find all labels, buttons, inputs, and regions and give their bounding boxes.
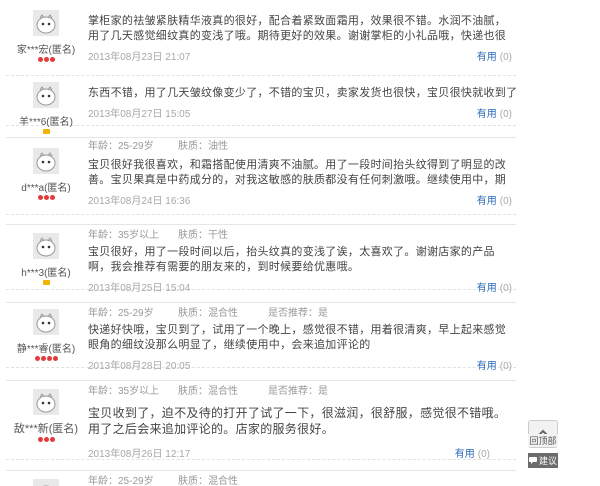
reviewer: d***a(匿名) — [6, 148, 86, 200]
review-date: 2013年08月28日 20:05 — [88, 361, 191, 372]
avatar-icon — [33, 148, 59, 174]
review-date: 2013年08月27日 15:05 — [88, 109, 191, 120]
review-item: 羊***6(匿名) 东西不错，用了几天皱纹像变少了，不错的宝贝，卖家发货也很快，… — [6, 80, 516, 134]
useful-count: (0) — [499, 283, 512, 294]
skin-attr: 肤质：混合性 — [178, 308, 238, 319]
level-badge — [6, 437, 86, 442]
avatar-icon — [33, 10, 59, 36]
review-attributes: 年龄：35岁以上 肤质：干性 — [88, 229, 516, 243]
recommend-attr: 是否推荐：是 — [268, 386, 328, 397]
reviewer-name: d***a(匿名) — [21, 183, 71, 194]
review-item: 家***宏(匿名) 掌柜家的祛皱紧肤精华液真的很好，配合着紧致面霜用，效果很不错… — [6, 4, 516, 76]
recommend-attr: 是否推荐：是 — [268, 308, 328, 319]
reviewer: 羊***6(匿名) — [6, 82, 86, 134]
reviewer: h***3(匿名) — [6, 233, 86, 285]
age-attr: 年龄：35岁以上 — [88, 386, 160, 397]
review-content: 东西不错，用了几天皱纹像变少了，不错的宝贝，卖家发货也很快，宝贝很快就收到了，不… — [88, 86, 516, 120]
avatar-icon — [33, 389, 59, 415]
review-text: 宝贝很好，用了一段时间以后，抬头纹真的变浅了诶，太喜欢了。谢谢店家的产品啊，我会… — [88, 246, 495, 273]
reviewer-name: 敌***新(匿名) — [13, 423, 79, 435]
review-date: 2013年08月25日 15:04 — [88, 283, 191, 294]
review-meta: 2013年08月24日 16:36 有用 (0) — [88, 192, 516, 207]
skin-attr: 肤质：混合性 — [178, 386, 238, 397]
reviewer-name: 静***睿(匿名) — [16, 344, 76, 355]
useful-link[interactable]: 有用 (0) — [477, 105, 512, 120]
useful-count: (0) — [499, 109, 512, 120]
level-badge — [6, 129, 86, 134]
review-content: 年龄：25-29岁 肤质：混合性 是否推荐：是 快递好快哦，宝贝到了，试用了一个… — [88, 307, 516, 372]
review-text: 东西不错，用了几天皱纹像变少了，不错的宝贝，卖家发货也很快，宝贝很快就收到了，不… — [88, 87, 516, 99]
review-date: 2013年08月26日 12:17 — [88, 449, 191, 460]
review-content: 年龄：35岁以上 肤质：混合性 是否推荐：是 宝贝收到了，迫不及待的打开了试了一… — [88, 385, 516, 460]
age-attr: 年龄：25-29岁 — [88, 141, 154, 152]
useful-link[interactable]: 有用 (0) — [477, 357, 512, 372]
review-meta: 2013年08月27日 15:05 有用 (0) — [88, 105, 516, 120]
reviewer: 敌***新(匿名) — [6, 389, 86, 442]
review-date: 2013年08月23日 21:07 — [88, 52, 191, 63]
avatar-icon — [33, 233, 59, 259]
skin-attr: 肤质：油性 — [178, 141, 228, 152]
skin-attr: 肤质：混合性 — [178, 476, 238, 486]
level-badge — [6, 195, 86, 200]
review-meta: 2013年08月25日 15:04 有用 (0) — [88, 279, 516, 294]
avatar-icon — [33, 309, 59, 335]
review-attributes: 年龄：25-29岁 肤质：混合性 — [88, 475, 516, 486]
review-attributes: 年龄：35岁以上 肤质：混合性 是否推荐：是 — [88, 385, 516, 399]
review-attributes: 年龄：25-29岁 肤质：油性 — [88, 140, 516, 154]
useful-link[interactable]: 有用 (0) — [455, 445, 490, 460]
review-attributes: 年龄：25-29岁 肤质：混合性 是否推荐：是 — [88, 307, 516, 321]
review-item: h***3(匿名) 年龄：35岁以上 肤质：干性 宝贝很好，用了一段时间以后，抬… — [6, 224, 516, 294]
useful-count: (0) — [499, 52, 512, 63]
useful-count: (0) — [499, 361, 512, 372]
review-text: 宝贝收到了，迫不及待的打开了试了一下，很滋润，很舒服，感觉很不错哦。用了之后会来… — [88, 406, 507, 436]
useful-link[interactable]: 有用 (0) — [477, 48, 512, 63]
level-badge — [6, 57, 86, 62]
review-item: d***a(匿名) 年龄：25-29岁 肤质：油性 宝贝很好我很喜欢，和霜搭配使… — [6, 137, 516, 215]
review-content: 年龄：35岁以上 肤质：干性 宝贝很好，用了一段时间以后，抬头纹真的变浅了诶，太… — [88, 229, 516, 294]
chat-bubble-icon — [528, 457, 537, 464]
review-text: 宝贝很好我很喜欢，和霜搭配使用清爽不油腻。用了一段时间抬头纹得到了明显的改善。宝… — [88, 159, 507, 186]
reviewer — [6, 479, 86, 486]
review-item: 敌***新(匿名) 年龄：35岁以上 肤质：混合性 是否推荐：是 宝贝收到了，迫… — [6, 380, 516, 460]
review-list: 家***宏(匿名) 掌柜家的祛皱紧肤精华液真的很好，配合着紧致面霜用，效果很不错… — [0, 0, 520, 486]
useful-count: (0) — [477, 449, 490, 460]
age-attr: 年龄：25-29岁 — [88, 476, 154, 486]
skin-attr: 肤质：干性 — [178, 230, 228, 241]
level-badge — [6, 356, 86, 361]
reviewer-name: 羊***6(匿名) — [19, 117, 73, 128]
avatar-icon — [33, 479, 59, 486]
review-meta: 2013年08月28日 20:05 有用 (0) — [88, 357, 516, 372]
reviewer: 静***睿(匿名) — [6, 309, 86, 361]
review-meta: 2013年08月26日 12:17 有用 (0) — [88, 445, 516, 460]
back-to-top-label[interactable]: 回顶部 — [528, 434, 558, 447]
review-text: 快递好快哦，宝贝到了，试用了一个晚上，感觉很不错，用着很清爽，早上起来感觉眼角的… — [88, 324, 507, 351]
avatar-icon — [33, 82, 59, 108]
reviewer-name: h***3(匿名) — [21, 268, 71, 279]
level-badge — [6, 280, 86, 285]
suggest-button[interactable]: 建议 — [528, 453, 558, 468]
review-text: 掌柜家的祛皱紧肤精华液真的很好，配合着紧致面霜用，效果很不错。水润不油腻，用了几… — [88, 15, 507, 42]
useful-link[interactable]: 有用 (0) — [477, 279, 512, 294]
review-item: 静***睿(匿名) 年龄：25-29岁 肤质：混合性 是否推荐：是 快递好快哦，… — [6, 302, 516, 372]
age-attr: 年龄：35岁以上 — [88, 230, 160, 241]
review-content: 年龄：25-29岁 肤质：混合性 — [88, 475, 516, 486]
useful-link[interactable]: 有用 (0) — [477, 192, 512, 207]
review-meta: 2013年08月23日 21:07 有用 (0) — [88, 48, 516, 63]
review-date: 2013年08月24日 16:36 — [88, 196, 191, 207]
review-content: 年龄：25-29岁 肤质：油性 宝贝很好我很喜欢，和霜搭配使用清爽不油腻。用了一… — [88, 140, 516, 207]
reviewer: 家***宏(匿名) — [6, 10, 86, 62]
reviewer-name: 家***宏(匿名) — [16, 45, 76, 56]
review-content: 掌柜家的祛皱紧肤精华液真的很好，配合着紧致面霜用，效果很不错。水润不油腻，用了几… — [88, 14, 516, 63]
suggest-label: 建议 — [538, 456, 557, 466]
review-item: 年龄：25-29岁 肤质：混合性 — [6, 470, 516, 486]
age-attr: 年龄：25-29岁 — [88, 308, 154, 319]
useful-count: (0) — [499, 196, 512, 207]
